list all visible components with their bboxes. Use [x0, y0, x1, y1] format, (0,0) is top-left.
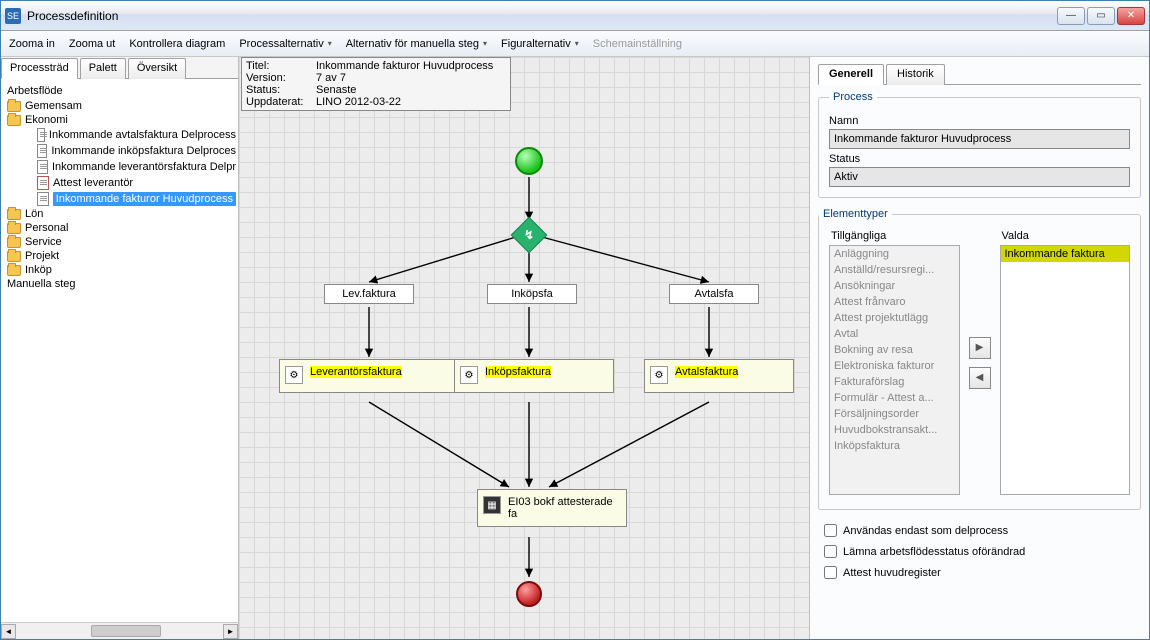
list-item[interactable]: Attest projektutlägg [830, 310, 959, 326]
process-fieldset: Process Namn Status [818, 91, 1141, 198]
folder-icon [7, 209, 21, 220]
list-item[interactable]: Huvudbokstransakt... [830, 422, 959, 438]
tab-palette[interactable]: Palett [80, 58, 126, 79]
elementtypes-fieldset: Elementtyper Tillgängliga AnläggningAnst… [818, 208, 1141, 510]
list-item[interactable]: Anläggning [830, 246, 959, 262]
tree-lon[interactable]: Lön [3, 207, 236, 221]
selected-header: Valda [1000, 230, 1131, 245]
list-item[interactable]: Inköpsfaktura [830, 438, 959, 454]
check-workflowstatus[interactable]: Lämna arbetsflödesstatus oförändrad [818, 541, 1141, 562]
list-item[interactable]: Avtal [830, 326, 959, 342]
list-item[interactable]: Formulär - Attest a... [830, 390, 959, 406]
status-field[interactable] [829, 167, 1130, 187]
menu-zoom-out[interactable]: Zooma ut [69, 38, 115, 50]
process-tree[interactable]: Arbetsflöde Gemensam Ekonomi Inkommande … [1, 79, 238, 622]
available-header: Tillgängliga [829, 230, 960, 245]
list-item[interactable]: Inkommande faktura [1001, 246, 1130, 262]
tree-item-selected[interactable]: Inkommande fakturor Huvudprocess [3, 191, 236, 207]
tab-process-tree[interactable]: Processträd [1, 58, 78, 79]
menu-manual-step-options[interactable]: Alternativ för manuella steg [346, 38, 487, 50]
tree-item-attest[interactable]: Attest leverantör [3, 175, 236, 191]
tree-personal[interactable]: Personal [3, 221, 236, 235]
list-item[interactable]: Attest frånvaro [830, 294, 959, 310]
window-title: Processdefinition [27, 9, 1057, 23]
flow-arrows [239, 57, 809, 639]
start-event[interactable] [515, 147, 543, 175]
selected-listbox[interactable]: Inkommande faktura [1000, 245, 1131, 495]
document-icon [37, 192, 49, 206]
list-item[interactable]: Bokning av resa [830, 342, 959, 358]
document-icon [37, 176, 49, 190]
document-icon [37, 128, 45, 142]
tree-gemensam[interactable]: Gemensam [3, 99, 236, 113]
tree-ekonomi[interactable]: Ekonomi [3, 113, 236, 127]
check-attest[interactable]: Attest huvudregister [818, 562, 1141, 583]
check-delprocess[interactable]: Användas endast som delprocess [818, 520, 1141, 541]
folder-icon [7, 251, 21, 262]
app-icon: SE [5, 8, 21, 24]
name-field[interactable] [829, 129, 1130, 149]
task-icon: ▦ [483, 496, 501, 514]
available-listbox[interactable]: AnläggningAnställd/resursregi...Ansöknin… [829, 245, 960, 495]
close-button[interactable]: ✕ [1117, 7, 1145, 25]
tab-general[interactable]: Generell [818, 64, 884, 85]
subprocess-icon: ⚙ [460, 366, 478, 384]
node-inkop-small[interactable]: Inköpsfa [487, 284, 577, 304]
menu-bar: Zooma in Zooma ut Kontrollera diagram Pr… [1, 31, 1149, 57]
menu-zoom-in[interactable]: Zooma in [9, 38, 55, 50]
move-left-button[interactable]: ◀ [969, 367, 991, 389]
node-lev-small[interactable]: Lev.faktura [324, 284, 414, 304]
tree-item[interactable]: Inkommande leverantörsfaktura Delpr [3, 159, 236, 175]
tree-root[interactable]: Arbetsflöde [3, 83, 236, 99]
tree-manuella[interactable]: Manuella steg [3, 277, 236, 291]
diagram-canvas[interactable]: Titel:Inkommande fakturor Huvudprocess V… [239, 57, 809, 639]
minimize-button[interactable]: — [1057, 7, 1085, 25]
tree-service[interactable]: Service [3, 235, 236, 249]
move-right-button[interactable]: ▶ [969, 337, 991, 359]
name-label: Namn [829, 115, 1130, 127]
folder-icon [7, 265, 21, 276]
diagram-info-box: Titel:Inkommande fakturor Huvudprocess V… [241, 57, 511, 111]
tree-inkop[interactable]: Inköp [3, 263, 236, 277]
tree-projekt[interactable]: Projekt [3, 249, 236, 263]
maximize-button[interactable]: ▭ [1087, 7, 1115, 25]
scroll-left-icon[interactable]: ◄ [1, 624, 16, 639]
list-item[interactable]: Fakturaförslag [830, 374, 959, 390]
tree-hscrollbar[interactable]: ◄ ► [1, 622, 238, 639]
document-icon [37, 144, 47, 158]
menu-check-diagram[interactable]: Kontrollera diagram [129, 38, 225, 50]
list-item[interactable]: Försäljningsorder [830, 406, 959, 422]
status-label: Status [829, 153, 1130, 165]
subprocess-icon: ⚙ [650, 366, 668, 384]
menu-schema-settings: Schemainställning [593, 38, 682, 50]
menu-figure-options[interactable]: Figuralternativ [501, 38, 579, 50]
node-task[interactable]: ▦ EI03 bokf attesterade fa [477, 489, 627, 527]
subprocess-icon: ⚙ [285, 366, 303, 384]
node-leverantorsfaktura[interactable]: ⚙ Leverantörsfaktura [279, 359, 459, 393]
menu-process-options[interactable]: Processalternativ [239, 38, 331, 50]
list-item[interactable]: Ansökningar [830, 278, 959, 294]
node-inkopsfaktura[interactable]: ⚙ Inköpsfaktura [454, 359, 614, 393]
title-bar: SE Processdefinition — ▭ ✕ [1, 1, 1149, 31]
tab-overview[interactable]: Översikt [128, 58, 186, 79]
left-panel: Processträd Palett Översikt Arbetsflöde … [1, 57, 239, 639]
list-item[interactable]: Elektroniska fakturor [830, 358, 959, 374]
folder-icon [7, 115, 21, 126]
scroll-thumb[interactable] [91, 625, 161, 637]
document-icon [37, 160, 48, 174]
app-window: SE Processdefinition — ▭ ✕ Zooma in Zoom… [0, 0, 1150, 640]
folder-icon [7, 237, 21, 248]
end-event[interactable] [516, 581, 542, 607]
node-avtalsfaktura[interactable]: ⚙ Avtalsfaktura [644, 359, 794, 393]
folder-icon [7, 101, 21, 112]
tab-history[interactable]: Historik [886, 64, 945, 85]
node-avtal-small[interactable]: Avtalsfa [669, 284, 759, 304]
folder-icon [7, 223, 21, 234]
tree-item[interactable]: Inkommande inköpsfaktura Delproces [3, 143, 236, 159]
list-item[interactable]: Anställd/resursregi... [830, 262, 959, 278]
tree-item[interactable]: Inkommande avtalsfaktura Delprocess [3, 127, 236, 143]
scroll-right-icon[interactable]: ► [223, 624, 238, 639]
properties-panel: Generell Historik Process Namn Status El… [809, 57, 1149, 639]
